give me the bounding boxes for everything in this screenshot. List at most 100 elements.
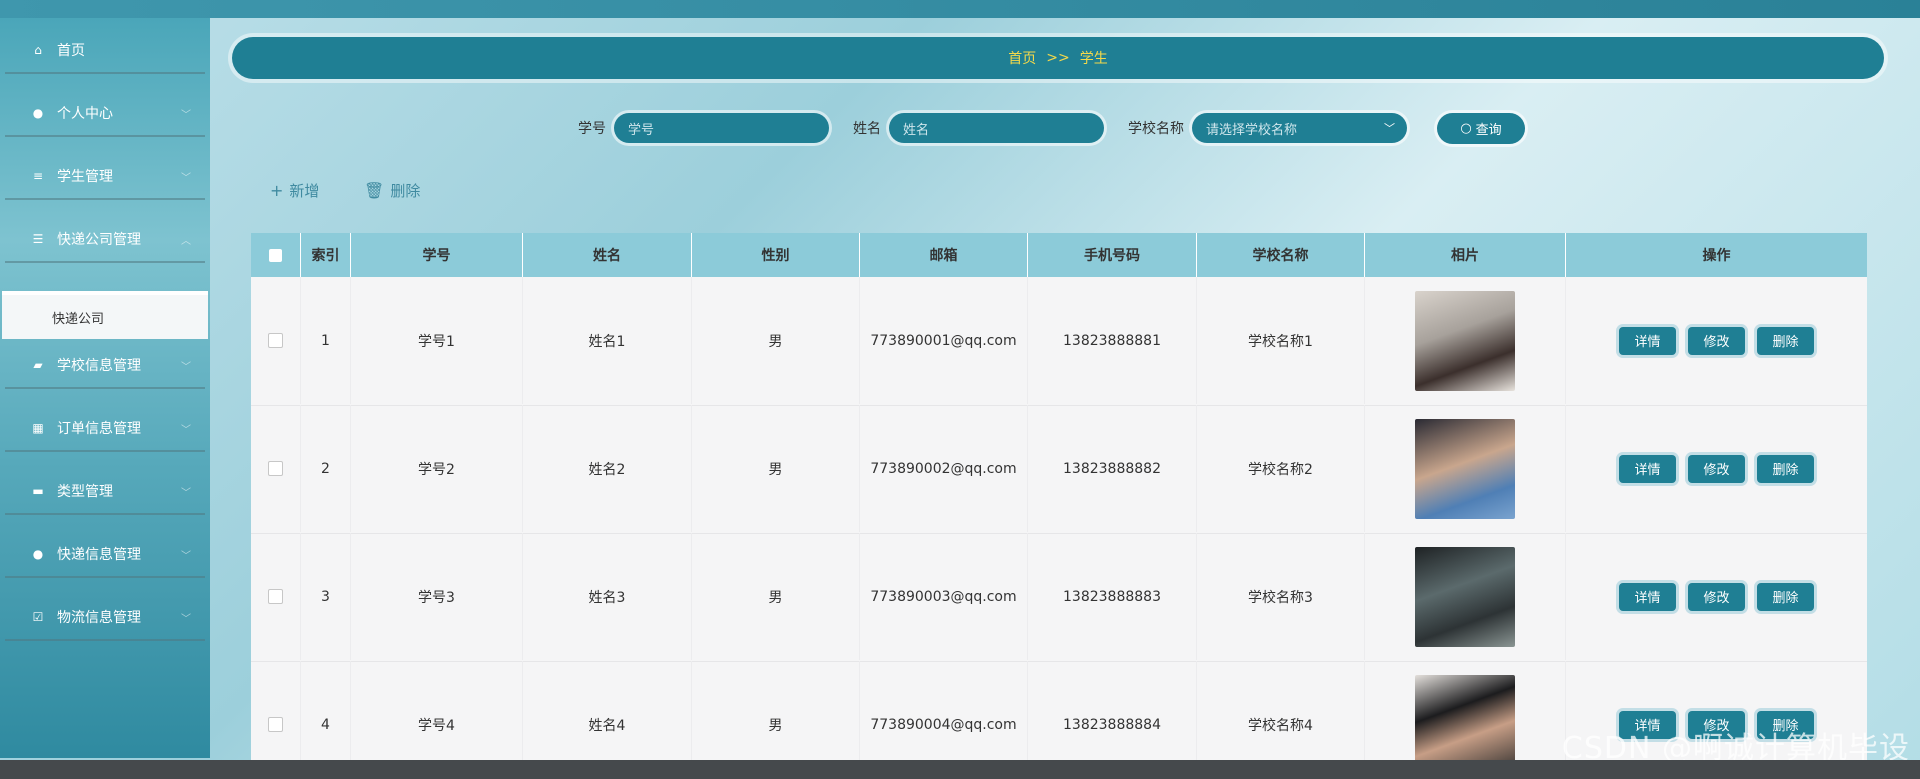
school-select[interactable]: 请选择学校名称 ﹀	[1192, 113, 1407, 143]
chevron-down-icon: ﹀	[181, 487, 191, 499]
cell-gender: 男	[692, 533, 860, 660]
cell-name: 姓名3	[523, 533, 692, 660]
search-student-no-group: 学号 学号	[578, 112, 829, 144]
list-icon: ☰	[32, 232, 44, 246]
header-actions: 操作	[1702, 248, 1731, 264]
chevron-down-icon: ﹀	[181, 172, 191, 184]
student-no-input[interactable]: 学号	[614, 113, 829, 143]
add-button[interactable]: + 新增	[270, 180, 319, 201]
cell-phone: 13823888882	[1028, 405, 1197, 532]
sidebar-item-personal-center[interactable]: ● 个人中心 ﹀	[5, 91, 205, 137]
sidebar-item-label: 快递信息管理	[57, 547, 141, 563]
cell-school: 学校名称3	[1197, 533, 1365, 660]
header-gender: 性别	[692, 233, 860, 277]
sidebar-item-label: 学校信息管理	[57, 358, 141, 374]
sidebar-item-label: 个人中心	[57, 106, 113, 122]
grid-icon: ▦	[32, 421, 44, 435]
submenu-item-courier-company[interactable]: 快递公司	[2, 291, 208, 339]
sidebar-item-label: 类型管理	[57, 484, 113, 500]
sidebar-item-label: 订单信息管理	[57, 421, 141, 437]
cell-phone: 13823888881	[1028, 277, 1197, 404]
select-all-checkbox[interactable]	[269, 248, 282, 262]
chevron-up-icon: ︿	[181, 235, 191, 247]
header-student-no: 学号	[351, 233, 523, 277]
header-name: 姓名	[523, 233, 692, 277]
cell-student-no: 学号2	[351, 405, 523, 532]
sidebar-item-order-info-management[interactable]: ▦ 订单信息管理 ﹀	[5, 406, 205, 452]
sidebar-item-home[interactable]: ⌂ 首页	[5, 28, 205, 74]
row-checkbox[interactable]	[268, 333, 283, 348]
top-bar	[0, 0, 1920, 18]
student-table: 索引 学号 姓名 性别 邮箱 手机号码 学校名称 相片 操作 1 学号1 姓名1…	[251, 233, 1867, 779]
row-select-cell	[251, 405, 301, 532]
cell-photo	[1365, 277, 1566, 404]
delete-button[interactable]: 🗑 删除	[364, 180, 420, 201]
edit-button[interactable]: 修改	[1688, 454, 1745, 483]
student-no-label: 学号	[578, 121, 606, 137]
table-row: 2 学号2 姓名2 男 773890002@qq.com 13823888882…	[251, 405, 1867, 534]
cell-index: 3	[301, 533, 351, 660]
row-select-cell	[251, 277, 301, 404]
row-checkbox[interactable]	[268, 589, 283, 604]
chevron-down-icon: ﹀	[181, 361, 191, 373]
sidebar-item-label: 快递公司管理	[57, 232, 141, 248]
chevron-down-icon: ﹀	[1384, 122, 1395, 135]
breadcrumb-home[interactable]: 首页	[1008, 48, 1036, 68]
edit-button[interactable]: 修改	[1688, 582, 1745, 611]
detail-button[interactable]: 详情	[1619, 326, 1676, 355]
sidebar: ⌂ 首页 ● 个人中心 ﹀ ≡ 学生管理 ﹀ ☰ 快递公司管理 ︿ ▰ 学校信息…	[0, 18, 210, 758]
cell-school: 学校名称1	[1197, 277, 1365, 404]
message-icon: ▰	[33, 358, 43, 372]
sidebar-item-student-management[interactable]: ≡ 学生管理 ﹀	[5, 154, 205, 200]
edit-button[interactable]: 修改	[1688, 326, 1745, 355]
table-row: 3 学号3 姓名3 男 773890003@qq.com 13823888883…	[251, 533, 1867, 662]
name-input[interactable]: 姓名	[889, 113, 1104, 143]
cell-actions: 详情 修改 删除	[1566, 533, 1867, 660]
chevron-down-icon: ﹀	[181, 550, 191, 562]
student-photo	[1415, 418, 1515, 519]
cell-email: 773890002@qq.com	[860, 405, 1028, 532]
search-icon: ○	[1460, 121, 1472, 136]
sidebar-item-school-info-management[interactable]: ▰ 学校信息管理 ﹀	[5, 343, 205, 389]
query-button-label: 查询	[1475, 123, 1502, 138]
breadcrumb-current: 学生	[1079, 51, 1108, 67]
breadcrumb: 首页 >> 学生	[232, 37, 1884, 79]
row-checkbox[interactable]	[268, 717, 283, 732]
cell-name: 姓名2	[523, 405, 692, 532]
cell-index: 2	[301, 405, 351, 532]
trash-icon: 🗑	[364, 181, 385, 200]
cell-actions: 详情 修改 删除	[1566, 405, 1867, 532]
home-icon: ⌂	[34, 43, 42, 57]
sidebar-item-courier-company-management[interactable]: ☰ 快递公司管理 ︿	[5, 217, 205, 263]
detail-button[interactable]: 详情	[1619, 454, 1676, 483]
table-header: 索引 学号 姓名 性别 邮箱 手机号码 学校名称 相片 操作	[251, 233, 1867, 277]
sidebar-item-type-management[interactable]: ▬ 类型管理 ﹀	[5, 469, 205, 515]
user-icon: ●	[32, 547, 44, 561]
header-phone: 手机号码	[1028, 233, 1197, 277]
school-select-placeholder: 请选择学校名称	[1206, 122, 1298, 138]
taskbar	[0, 760, 1920, 779]
name-label: 姓名	[853, 121, 881, 137]
flag-icon: ▬	[32, 484, 44, 498]
sidebar-item-courier-info-management[interactable]: ● 快递信息管理 ﹀	[5, 532, 205, 578]
delete-row-button[interactable]: 删除	[1757, 582, 1814, 611]
query-button[interactable]: ○ 查询	[1437, 113, 1525, 144]
delete-button-label: 删除	[390, 182, 421, 200]
cell-student-no: 学号1	[351, 277, 523, 404]
breadcrumb-separator: >>	[1046, 50, 1070, 66]
sidebar-item-logistics-info-management[interactable]: ☑ 物流信息管理 ﹀	[5, 595, 205, 641]
cell-gender: 男	[692, 277, 860, 404]
cell-photo	[1365, 533, 1566, 660]
search-school-group: 学校名称 请选择学校名称 ﹀	[1128, 112, 1407, 144]
delete-row-button[interactable]: 删除	[1757, 326, 1814, 355]
header-email: 邮箱	[860, 233, 1028, 277]
sidebar-item-label: 首页	[57, 43, 85, 59]
search-name-group: 姓名 姓名	[853, 112, 1104, 144]
sliders-icon: ≡	[32, 169, 44, 183]
table-row: 1 学号1 姓名1 男 773890001@qq.com 13823888881…	[251, 277, 1867, 406]
cell-actions: 详情 修改 删除	[1566, 277, 1867, 404]
detail-button[interactable]: 详情	[1619, 582, 1676, 611]
delete-row-button[interactable]: 删除	[1757, 454, 1814, 483]
row-select-cell	[251, 533, 301, 660]
row-checkbox[interactable]	[268, 461, 283, 476]
